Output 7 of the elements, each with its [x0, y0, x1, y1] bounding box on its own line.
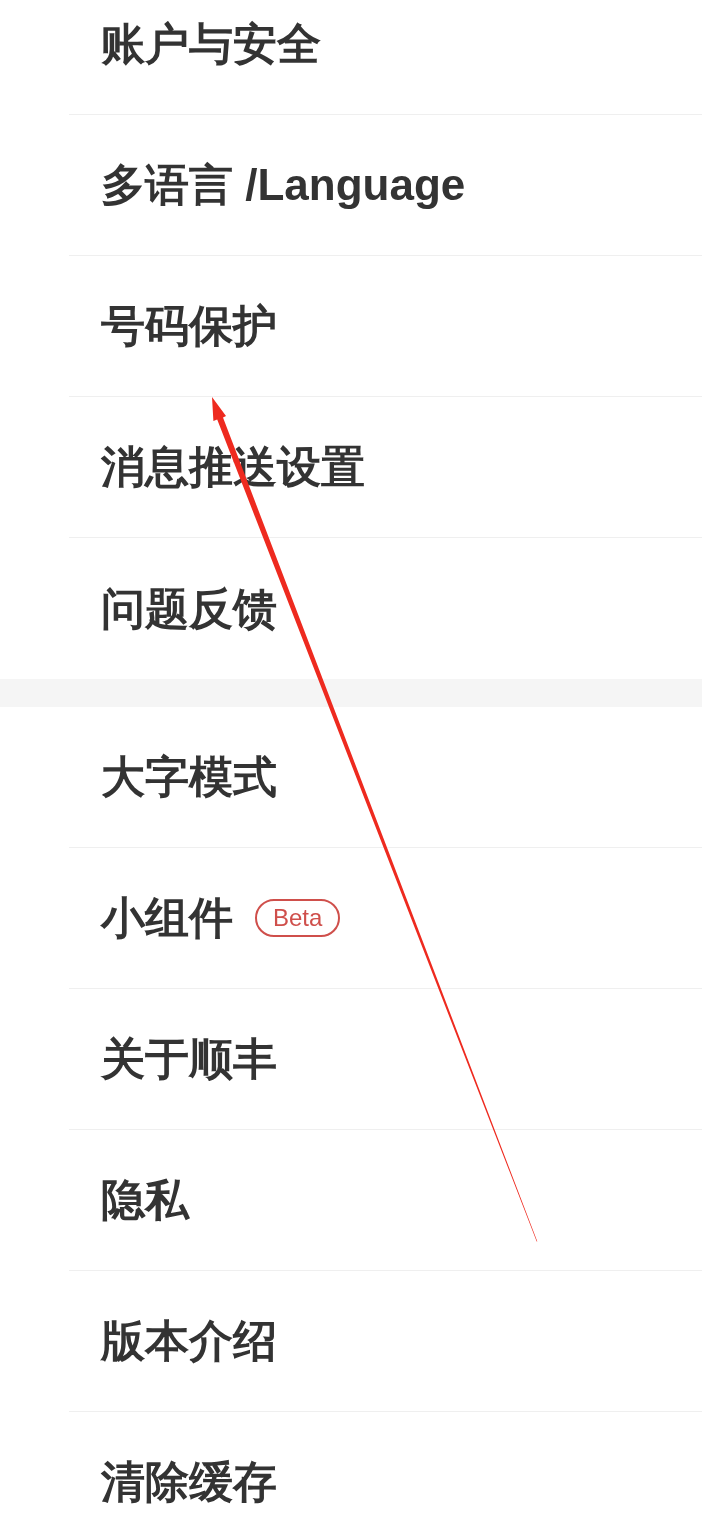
settings-item[interactable]: 账户与安全	[69, 0, 702, 115]
settings-item[interactable]: 号码保护	[69, 256, 702, 397]
settings-item[interactable]: 版本介绍	[69, 1271, 702, 1412]
settings-item[interactable]: 多语言 /Language	[69, 115, 702, 256]
settings-item[interactable]: 问题反馈	[69, 538, 702, 679]
beta-badge: Beta	[255, 899, 341, 937]
settings-item[interactable]: 清除缓存	[69, 1412, 702, 1519]
